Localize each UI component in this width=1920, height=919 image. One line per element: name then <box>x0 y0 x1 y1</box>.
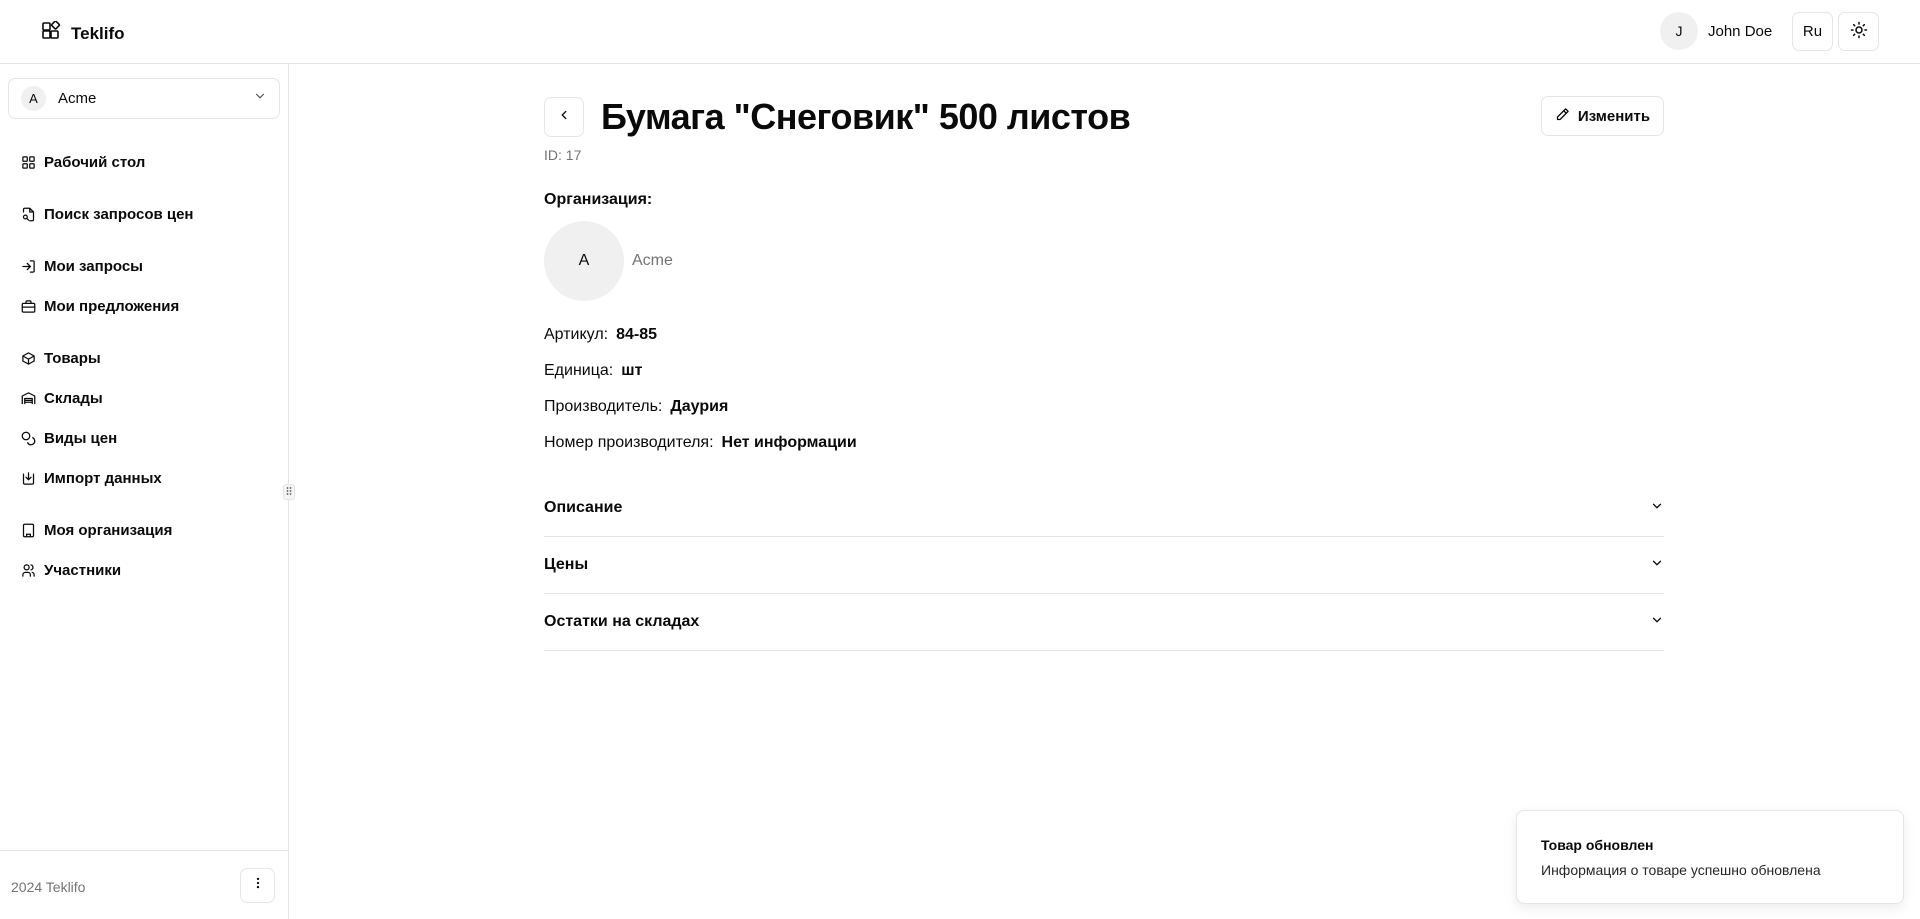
coins-icon <box>20 430 36 446</box>
org-switcher-name: Acme <box>58 90 97 107</box>
sun-icon <box>1850 21 1868 43</box>
user-name: John Doe <box>1708 22 1773 40</box>
sidebar-item-members[interactable]: Участники <box>20 558 121 582</box>
theme-toggle-button[interactable] <box>1838 12 1879 51</box>
property-manufacturer-number: Номер производителя: Нет информации <box>544 434 857 452</box>
sidebar-item-my-offers[interactable]: Мои предложения <box>20 294 179 318</box>
accordion-title: Остатки на складах <box>544 613 700 630</box>
sidebar-item-my-organization[interactable]: Моя организация <box>20 518 172 542</box>
organization-switcher[interactable]: A Acme <box>8 78 280 119</box>
organization-label: Организация: <box>544 191 653 208</box>
top-bar: Teklifo J John Doe Ru <box>0 0 1920 64</box>
chevron-down-icon <box>1650 499 1664 518</box>
sidebar-item-label: Рабочий стол <box>44 153 146 171</box>
property-value: Нет информации <box>721 434 857 451</box>
dashboard-icon <box>20 154 36 170</box>
accordion-prices[interactable]: Цены <box>544 537 1664 594</box>
toast-title: Товар обновлен <box>1541 837 1654 853</box>
page-title: Бумага "Снеговик" 500 листов <box>601 96 1131 137</box>
property-label: Номер производителя: <box>544 434 714 451</box>
property-label: Единица: <box>544 362 614 379</box>
sidebar-item-label: Импорт данных <box>44 469 162 487</box>
sidebar-item-warehouses[interactable]: Склады <box>20 386 103 410</box>
sidebar: A Acme Рабочий стол Поиск запросов цен М… <box>0 64 289 919</box>
sidebar-item-price-types[interactable]: Виды цен <box>20 426 117 450</box>
sidebar-item-label: Участники <box>44 561 122 579</box>
organization-avatar[interactable]: A <box>544 221 624 301</box>
chevron-down-icon <box>253 89 267 108</box>
sidebar-item-label: Моя организация <box>44 521 173 539</box>
building-icon <box>20 522 36 538</box>
edit-button-label: Изменить <box>1577 107 1651 125</box>
log-in-icon <box>20 258 36 274</box>
property-value: Даурия <box>670 398 729 415</box>
chevron-down-icon <box>1650 556 1664 575</box>
more-options-button[interactable] <box>240 868 275 903</box>
sidebar-item-label: Виды цен <box>44 429 118 447</box>
sidebar-item-label: Мои предложения <box>44 297 180 315</box>
briefcase-icon <box>20 298 36 314</box>
org-avatar: A <box>21 86 46 111</box>
sidebar-footer: 2024 Teklifo <box>0 850 289 919</box>
sidebar-item-dashboard[interactable]: Рабочий стол <box>20 150 145 174</box>
warehouse-icon <box>20 390 36 406</box>
pencil-icon <box>1555 107 1570 126</box>
property-unit: Единица: шт <box>544 362 642 380</box>
language-button[interactable]: Ru <box>1792 12 1833 51</box>
logo-icon <box>41 20 61 46</box>
accordion-title: Цены <box>544 556 589 573</box>
property-label: Артикул: <box>544 326 609 343</box>
toast-notification[interactable]: Товар обновлен Информация о товаре успеш… <box>1516 810 1904 904</box>
chevron-left-icon <box>557 108 571 127</box>
sidebar-item-label: Склады <box>44 389 103 407</box>
accordion-description[interactable]: Описание <box>544 480 1664 537</box>
more-vertical-icon <box>251 876 265 895</box>
box-icon <box>20 350 36 366</box>
sidebar-item-label: Мои запросы <box>44 257 143 275</box>
sidebar-resize-handle[interactable] <box>283 484 295 500</box>
product-id: ID: 17 <box>544 147 582 163</box>
property-value: шт <box>621 362 643 379</box>
property-sku: Артикул: 84-85 <box>544 326 657 344</box>
accordion-stock-balances[interactable]: Остатки на складах <box>544 594 1664 651</box>
property-label: Производитель: <box>544 398 663 415</box>
property-value: 84-85 <box>616 326 658 343</box>
brand[interactable]: Teklifo <box>41 20 125 46</box>
grip-vertical-icon <box>286 483 292 501</box>
toast-description: Информация о товаре успешно обновлена <box>1541 862 1821 878</box>
sidebar-item-my-requests[interactable]: Мои запросы <box>20 254 143 278</box>
users-icon <box>20 562 36 578</box>
sidebar-item-products[interactable]: Товары <box>20 346 101 370</box>
sidebar-item-price-request-search[interactable]: Поиск запросов цен <box>20 202 194 226</box>
user-avatar: J <box>1660 12 1698 50</box>
app-name: Teklifo <box>71 23 125 43</box>
import-icon <box>20 470 36 486</box>
edit-button[interactable]: Изменить <box>1541 96 1664 136</box>
organization-name[interactable]: Acme <box>632 252 673 270</box>
file-search-icon <box>20 206 36 222</box>
sidebar-item-data-import[interactable]: Импорт данных <box>20 466 162 490</box>
user-menu[interactable]: J John Doe <box>1660 12 1772 50</box>
chevron-down-icon <box>1650 613 1664 632</box>
back-button[interactable] <box>544 97 584 137</box>
sidebar-item-label: Товары <box>44 349 101 367</box>
property-manufacturer: Производитель: Даурия <box>544 398 728 416</box>
sidebar-item-label: Поиск запросов цен <box>44 205 194 223</box>
accordion-title: Описание <box>544 499 623 516</box>
copyright-text: 2024 Teklifo <box>11 879 86 895</box>
